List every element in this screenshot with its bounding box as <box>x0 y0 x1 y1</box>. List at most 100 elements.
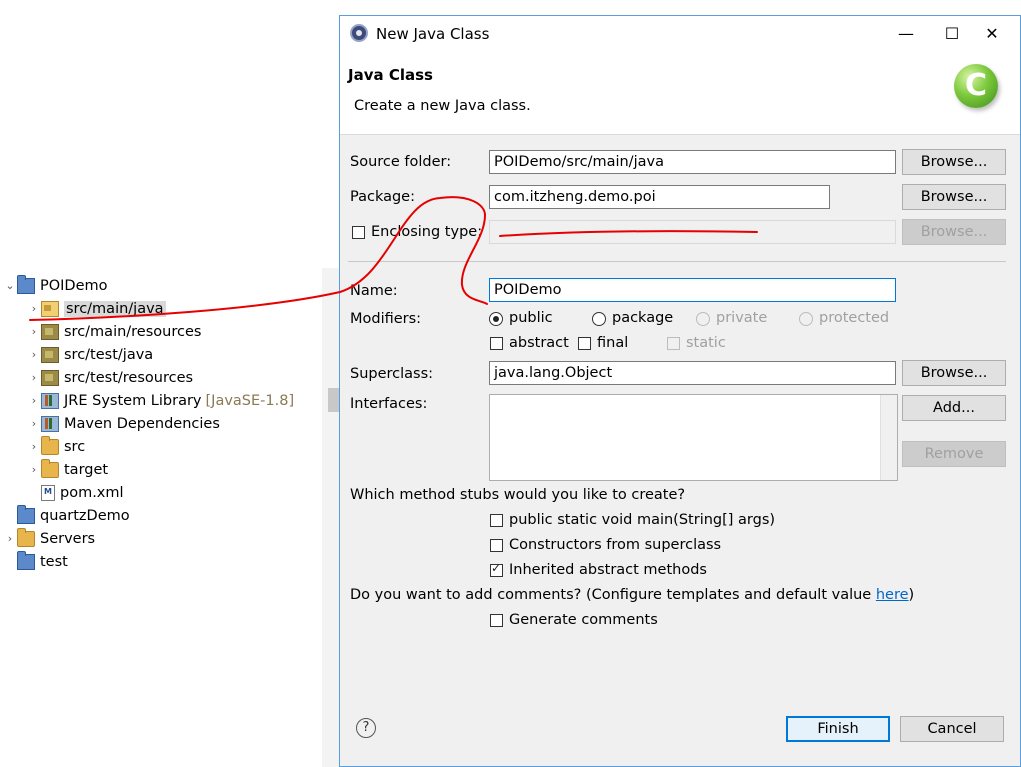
modifier-private-label: private <box>716 310 768 326</box>
generate-comments-checkbox[interactable] <box>490 614 503 627</box>
library-icon <box>41 415 59 432</box>
new-java-class-dialog: New Java Class — ☐ ✕ Java Class Create a… <box>339 15 1021 767</box>
finish-button[interactable]: Finish <box>786 716 890 742</box>
wizard-description: Create a new Java class. <box>354 98 531 114</box>
folder-icon <box>41 435 59 455</box>
source-folder-browse-button[interactable]: Browse... <box>902 149 1006 175</box>
superclass-browse-button[interactable]: Browse... <box>902 360 1006 386</box>
chevron-right-icon[interactable]: › <box>27 325 41 338</box>
tree-item-label: test <box>40 553 68 570</box>
enclosing-type-label: Enclosing type: <box>371 224 483 240</box>
modifier-protected-radio[interactable] <box>799 312 813 326</box>
enclosing-type-input[interactable] <box>489 220 896 244</box>
stub-option-checkbox[interactable] <box>490 514 503 527</box>
close-button[interactable]: ✕ <box>969 16 1015 52</box>
configure-templates-link[interactable]: here <box>876 587 909 603</box>
name-input[interactable]: POIDemo <box>489 278 896 302</box>
modifier-final-checkbox[interactable] <box>578 337 591 350</box>
tree-item[interactable]: › src/main/java <box>27 297 166 320</box>
package-folder-icon <box>41 369 59 386</box>
chevron-right-icon[interactable]: › <box>27 417 41 430</box>
modifier-private-radio[interactable] <box>696 312 710 326</box>
chevron-right-icon[interactable]: › <box>27 463 41 476</box>
package-label: Package: <box>350 189 415 205</box>
chevron-down-icon[interactable]: ⌄ <box>3 279 17 292</box>
chevron-right-icon[interactable]: › <box>27 302 41 315</box>
comments-question: Do you want to add comments? (Configure … <box>350 587 915 603</box>
tree-item[interactable]: ⌄ POIDemo <box>3 274 108 297</box>
interfaces-scrollbar[interactable] <box>880 395 897 480</box>
cancel-button[interactable]: Cancel <box>900 716 1004 742</box>
tree-item-label: src/main/java <box>64 300 166 317</box>
source-folder-input[interactable]: POIDemo/src/main/java <box>489 150 896 174</box>
interfaces-label: Interfaces: <box>350 396 428 412</box>
modifier-abstract-checkbox[interactable] <box>490 337 503 350</box>
package-folder-icon <box>41 346 59 363</box>
wizard-title: Java Class <box>348 66 433 84</box>
modifier-public-radio[interactable] <box>489 312 503 326</box>
stub-option-checkbox[interactable] <box>490 539 503 552</box>
java-class-icon: C <box>954 64 998 108</box>
tree-item-label: target <box>64 461 109 478</box>
stub-option-label: Inherited abstract methods <box>509 562 707 578</box>
tree-item-label: src/test/java <box>64 346 154 363</box>
tree-item[interactable]: Mpom.xml <box>27 481 124 504</box>
modifier-package-radio[interactable] <box>592 312 606 326</box>
pom-file-icon: M <box>41 484 55 501</box>
modifier-package-label: package <box>612 310 674 326</box>
interfaces-list[interactable] <box>489 394 898 481</box>
modifier-abstract-label: abstract <box>509 335 569 351</box>
enclosing-type-checkbox[interactable] <box>352 226 365 239</box>
tree-item-label: Maven Dependencies <box>64 415 220 432</box>
superclass-label: Superclass: <box>350 366 434 382</box>
chevron-right-icon[interactable]: › <box>27 440 41 453</box>
tree-item[interactable]: test <box>3 550 68 573</box>
tree-item[interactable]: › src <box>27 435 85 458</box>
dialog-title-bar[interactable]: New Java Class — ☐ ✕ <box>340 16 1020 52</box>
tree-item[interactable]: › Maven Dependencies <box>27 412 220 435</box>
tree-item[interactable]: › JRE System Library [JavaSE-1.8] <box>27 389 294 412</box>
stub-option-label: public static void main(String[] args) <box>509 512 776 528</box>
modifier-final-label: final <box>597 335 629 351</box>
chevron-right-icon[interactable]: › <box>3 532 17 545</box>
modifier-public-label: public <box>509 310 553 326</box>
tree-item-label: src/test/resources <box>64 369 194 386</box>
chevron-right-icon[interactable]: › <box>27 371 41 384</box>
chevron-right-icon[interactable]: › <box>27 348 41 361</box>
tree-item[interactable]: quartzDemo <box>3 504 130 527</box>
tree-item[interactable]: › target <box>27 458 108 481</box>
tree-item[interactable]: › src/main/resources <box>27 320 201 343</box>
help-icon[interactable]: ? <box>356 718 376 738</box>
add-interface-button[interactable]: Add... <box>902 395 1006 421</box>
tree-item-label: JRE System Library <box>64 392 202 409</box>
tree-item[interactable]: › src/test/java <box>27 343 153 366</box>
minimize-button[interactable]: — <box>883 16 929 52</box>
tree-item-label: quartzDemo <box>40 507 130 524</box>
library-icon <box>41 392 59 409</box>
modifiers-label: Modifiers: <box>350 311 422 327</box>
tree-item-decoration: [JavaSE-1.8] <box>205 392 295 409</box>
tree-item-label: src <box>64 438 86 455</box>
explorer-scrollbar-strip <box>322 268 339 767</box>
modifier-static-checkbox[interactable] <box>667 337 680 350</box>
remove-interface-button[interactable]: Remove <box>902 441 1006 467</box>
tree-item-label: POIDemo <box>40 277 108 294</box>
name-label: Name: <box>350 283 398 299</box>
folder-icon <box>17 527 35 547</box>
superclass-input[interactable]: java.lang.Object <box>489 361 896 385</box>
package-input[interactable]: com.itzheng.demo.poi <box>489 185 830 209</box>
project-icon <box>17 550 35 570</box>
tree-item[interactable]: › Servers <box>3 527 95 550</box>
source-folder-icon <box>41 300 59 317</box>
editor-gutter <box>328 388 339 412</box>
separator <box>348 261 1006 262</box>
package-browse-button[interactable]: Browse... <box>902 184 1006 210</box>
eclipse-app-icon <box>350 24 368 42</box>
tree-item-label: Servers <box>40 530 96 547</box>
stub-option-checkbox[interactable] <box>490 561 503 577</box>
enclosing-type-browse-button[interactable]: Browse... <box>902 219 1006 245</box>
tree-item[interactable]: › src/test/resources <box>27 366 193 389</box>
generate-comments-label: Generate comments <box>509 612 658 628</box>
tree-item-label: pom.xml <box>60 484 124 501</box>
chevron-right-icon[interactable]: › <box>27 394 41 407</box>
